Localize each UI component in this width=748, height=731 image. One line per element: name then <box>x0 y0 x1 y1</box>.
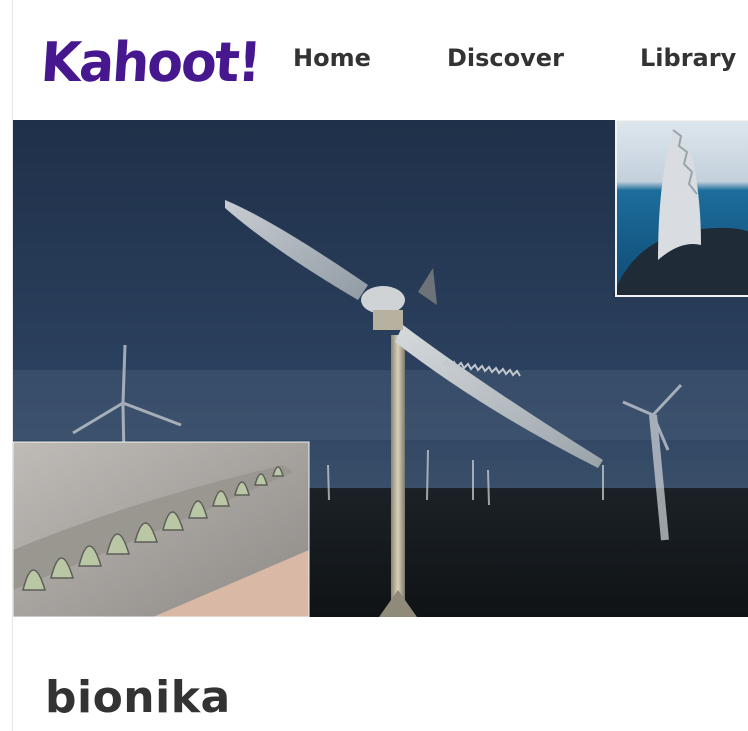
kahoot-title: bionika <box>45 672 231 723</box>
helical-blade-inset <box>13 441 310 617</box>
turbine-nacelle <box>361 286 405 314</box>
turbine-tower <box>391 335 405 617</box>
kahoot-cover-image <box>13 120 748 617</box>
kahoot-details: bionika <box>13 617 748 731</box>
nav-home-link[interactable]: Home <box>293 44 371 72</box>
top-navigation-bar: Kahoot! Home Discover Library <box>13 0 748 120</box>
nav-library-link[interactable]: Library <box>640 44 736 72</box>
kahoot-logo[interactable]: Kahoot! <box>38 28 262 98</box>
nav-discover-link[interactable]: Discover <box>447 44 564 72</box>
logo-text: Kahoot! <box>38 31 262 95</box>
whale-fin-inset <box>613 120 748 297</box>
page-frame: Kahoot! Home Discover Library bionika <box>12 0 748 731</box>
ground <box>303 488 748 617</box>
